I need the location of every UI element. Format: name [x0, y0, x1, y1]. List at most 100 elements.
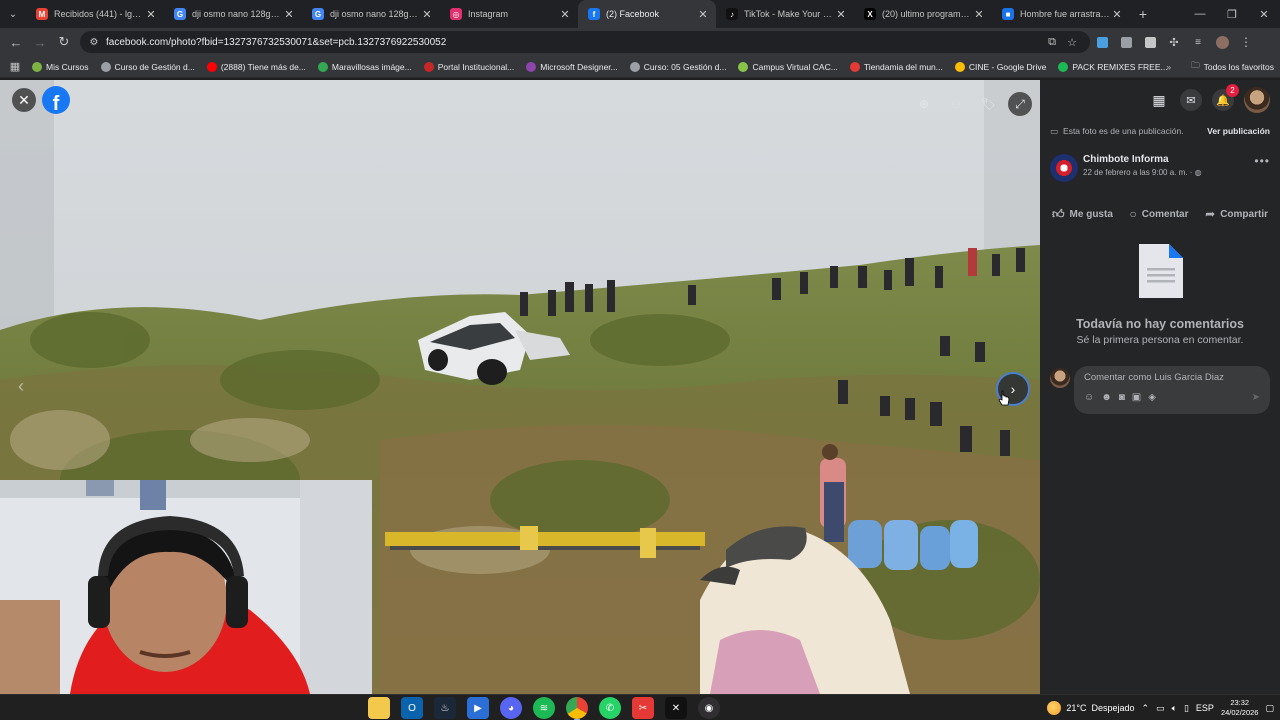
- capcut-icon[interactable]: ✕: [665, 697, 687, 719]
- tab-close-icon[interactable]: ✕: [144, 8, 158, 21]
- view-post-link[interactable]: Ver publicación: [1207, 126, 1270, 136]
- bookmark-item[interactable]: Microsoft Designer...: [520, 61, 623, 72]
- bookmark-item[interactable]: PACK REMIXES FREE...: [1052, 61, 1173, 72]
- app-icon[interactable]: ✂: [632, 697, 654, 719]
- close-window-icon[interactable]: ✕: [1248, 0, 1280, 28]
- tab-close-icon[interactable]: ✕: [282, 8, 296, 21]
- menu-grid-icon[interactable]: ▦: [1148, 89, 1170, 111]
- extension-icon[interactable]: [1138, 30, 1162, 54]
- send-icon[interactable]: ➤: [1252, 392, 1260, 403]
- sticker-icon[interactable]: ◈: [1148, 392, 1156, 403]
- tab-title: TikTok - Make Your Day: [744, 9, 834, 19]
- comment-button[interactable]: ○ Comentar: [1130, 200, 1189, 228]
- tab-4[interactable]: ◎ Instagram ✕: [440, 0, 578, 28]
- new-tab-button[interactable]: +: [1130, 0, 1156, 28]
- gif-icon[interactable]: ▣: [1132, 392, 1141, 403]
- camera-icon[interactable]: ◙: [1119, 392, 1125, 403]
- tab-6[interactable]: ♪ TikTok - Make Your Day ✕: [716, 0, 854, 28]
- comment-input[interactable]: Comentar como Luis Garcia Diaz ☺ ☻ ◙ ▣ ◈…: [1074, 366, 1270, 414]
- tab-8[interactable]: ■ Hombre fue arrastrado p ✕: [992, 0, 1130, 28]
- page-avatar[interactable]: [1050, 154, 1078, 182]
- account-avatar[interactable]: [1244, 87, 1270, 113]
- discord-icon[interactable]: ◕: [500, 697, 522, 719]
- url-text[interactable]: facebook.com/photo?fbid=1327376732530071…: [106, 37, 1042, 48]
- obs-icon[interactable]: ◉: [698, 697, 720, 719]
- facebook-logo[interactable]: f: [42, 86, 70, 114]
- extension-icon[interactable]: [1090, 30, 1114, 54]
- minimize-icon[interactable]: —: [1184, 0, 1216, 28]
- bookmark-item[interactable]: Curso de Gestión d...: [95, 61, 201, 72]
- forward-icon[interactable]: →: [28, 30, 52, 54]
- notifications-bell-icon[interactable]: 🔔 2: [1212, 84, 1239, 111]
- file-explorer-icon[interactable]: [368, 697, 390, 719]
- extensions-puzzle-icon[interactable]: ✣: [1162, 30, 1186, 54]
- apps-grid-icon[interactable]: ▦: [4, 60, 26, 73]
- outlook-icon[interactable]: O: [401, 697, 423, 719]
- bookmarks-bar: ▦ Mis Cursos Curso de Gestión d... (2888) …: [0, 56, 1280, 78]
- tab-search-icon[interactable]: ⌄: [0, 0, 26, 28]
- profile-avatar[interactable]: [1210, 30, 1234, 54]
- battery-icon[interactable]: ▯: [1184, 703, 1189, 714]
- tab-7[interactable]: X (20) ultimo programa ma ✕: [854, 0, 992, 28]
- restore-icon[interactable]: ❐: [1216, 0, 1248, 28]
- share-button[interactable]: ➦ Compartir: [1205, 200, 1268, 228]
- spotify-icon[interactable]: ≋: [533, 697, 555, 719]
- close-viewer-button[interactable]: ✕: [12, 88, 36, 112]
- reload-icon[interactable]: ↻: [52, 30, 76, 54]
- bookmark-star-icon[interactable]: ☆: [1062, 36, 1082, 49]
- tab-5[interactable]: f (2) Facebook ✕: [578, 0, 716, 28]
- more-options-icon[interactable]: •••: [1254, 154, 1270, 168]
- messenger-icon[interactable]: ✉: [1180, 89, 1202, 111]
- tab-close-icon[interactable]: ✕: [1110, 8, 1124, 21]
- browser-menu-icon[interactable]: ⋮: [1234, 30, 1258, 54]
- fullscreen-icon[interactable]: ⤢: [1008, 92, 1032, 116]
- bookmark-item[interactable]: Curso: 05 Gestión d...: [624, 61, 733, 72]
- chrome-icon[interactable]: [566, 697, 588, 720]
- zoom-in-icon[interactable]: ⊕: [912, 92, 936, 116]
- emoji-icon[interactable]: ☻: [1101, 392, 1112, 403]
- clock[interactable]: 23:32 24/02/2026: [1221, 698, 1259, 718]
- tab-2[interactable]: Gdji osmo nano 128gb en ✕: [164, 0, 302, 28]
- address-bar[interactable]: ⚙ facebook.com/photo?fbid=13273767325300…: [80, 31, 1090, 53]
- all-favorites-link[interactable]: Todos los favoritos: [1204, 62, 1274, 72]
- tab-close-icon[interactable]: ✕: [834, 8, 848, 21]
- tab-close-icon[interactable]: ✕: [972, 8, 986, 21]
- language-indicator[interactable]: ESP: [1196, 703, 1214, 713]
- comment-placeholder[interactable]: Comentar como Luis Garcia Diaz: [1084, 372, 1260, 383]
- bookmark-item[interactable]: CINE - Google Drive: [949, 61, 1052, 72]
- page-name[interactable]: Chimbote Informa: [1083, 154, 1254, 165]
- tab-1[interactable]: M Recibidos (441) - lgarcia@✕: [26, 0, 164, 28]
- more-bookmarks-icon[interactable]: »: [1166, 62, 1171, 72]
- notification-center-icon[interactable]: ▢: [1265, 703, 1274, 714]
- bookmark-favicon-icon: [526, 61, 537, 72]
- post-date[interactable]: 22 de febrero a las 9:00 a. m. · ◍: [1083, 168, 1254, 177]
- install-app-icon[interactable]: ⧉: [1042, 36, 1062, 49]
- whatsapp-icon[interactable]: ✆: [599, 697, 621, 719]
- back-icon[interactable]: ←: [4, 30, 28, 54]
- previous-photo-button[interactable]: ‹: [18, 376, 24, 397]
- steam-icon[interactable]: ♨: [434, 697, 456, 719]
- tab-close-icon[interactable]: ✕: [558, 8, 572, 21]
- extension-icon[interactable]: [1114, 30, 1138, 54]
- media-controls-icon[interactable]: ≡: [1186, 30, 1210, 54]
- tab-close-icon[interactable]: ✕: [696, 8, 710, 21]
- tab-close-icon[interactable]: ✕: [420, 8, 434, 21]
- bookmark-item[interactable]: Portal Institucional...: [418, 61, 521, 72]
- zoom-out-icon[interactable]: ⊖: [944, 92, 968, 116]
- avatar-sticker-icon[interactable]: ☺: [1084, 392, 1094, 403]
- volume-icon[interactable]: 🔈︎: [1172, 703, 1177, 714]
- bookmark-item[interactable]: Tiendamia del mun...: [844, 61, 949, 72]
- weather-widget[interactable]: 21°C Despejado: [1047, 701, 1135, 715]
- tray-expand-icon[interactable]: ⌃: [1142, 703, 1150, 714]
- bookmark-item[interactable]: (2888) Tiene más de...: [201, 61, 312, 72]
- tab-3[interactable]: Gdji osmo nano 128gb en ✕: [302, 0, 440, 28]
- bookmark-item[interactable]: Mis Cursos: [26, 61, 95, 72]
- network-icon[interactable]: ▭: [1156, 703, 1165, 714]
- media-player-icon[interactable]: ▶: [467, 697, 489, 719]
- bookmark-item[interactable]: Maravillosas imáge...: [312, 61, 418, 72]
- bookmark-label: Portal Institucional...: [437, 61, 515, 72]
- bookmark-item[interactable]: Campus Virtual CAC...: [732, 61, 843, 72]
- site-info-icon[interactable]: ⚙: [88, 36, 100, 48]
- like-button[interactable]: 👍︎ Me gusta: [1052, 200, 1113, 228]
- tag-icon[interactable]: 🏷: [976, 92, 1000, 116]
